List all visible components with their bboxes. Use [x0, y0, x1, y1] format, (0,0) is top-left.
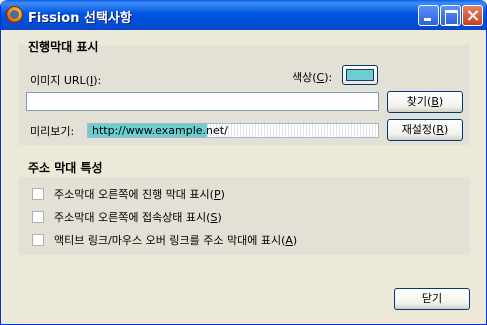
- address-group-title: 주소 막대 특성: [28, 161, 103, 175]
- minimize-button[interactable]: [418, 5, 439, 26]
- color-picker-button[interactable]: [342, 65, 378, 85]
- preview-url-text: http://www.example.net/: [92, 124, 228, 137]
- maximize-button[interactable]: [440, 5, 461, 26]
- firefox-icon: [6, 6, 23, 23]
- option-progress-in-urlbar[interactable]: 주소막대 오른쪽에 진행 막대 표시(P): [32, 186, 225, 202]
- reset-button[interactable]: 재설정(R): [387, 119, 463, 141]
- option-label: 액티브 링크/마우스 오버 링크를 주소 막대에 표시(A): [54, 234, 298, 247]
- window-title: Fission 선택사항: [28, 11, 132, 26]
- close-window-button[interactable]: [462, 5, 483, 26]
- option-label: 주소막대 오른쪽에 진행 막대 표시(P): [54, 188, 225, 201]
- dialog-window: Fission 선택사항 진행막대 표시 이미지 URL(I): 색상(C): …: [0, 0, 487, 325]
- option-label: 주소막대 오른쪽에 접속상태 표시(S): [54, 211, 222, 224]
- close-button[interactable]: 닫기: [394, 288, 470, 310]
- preview-label: 미리보기:: [30, 125, 75, 138]
- title-bar[interactable]: Fission 선택사항: [1, 0, 486, 30]
- image-url-input[interactable]: [26, 92, 379, 111]
- checkbox[interactable]: [32, 188, 44, 200]
- option-link-in-urlbar[interactable]: 액티브 링크/마우스 오버 링크를 주소 막대에 표시(A): [32, 232, 297, 248]
- image-url-label: 이미지 URL(I):: [30, 74, 102, 87]
- checkbox[interactable]: [32, 234, 44, 246]
- color-label: 색상(C):: [292, 71, 333, 84]
- browse-button[interactable]: 찾기(B): [387, 91, 463, 113]
- color-swatch: [346, 69, 374, 81]
- preview-bar: http://www.example.net/: [87, 123, 379, 138]
- checkbox[interactable]: [32, 211, 44, 223]
- progress-group-title: 진행막대 표시: [28, 40, 99, 54]
- option-status-in-urlbar[interactable]: 주소막대 오른쪽에 접속상태 표시(S): [32, 209, 222, 225]
